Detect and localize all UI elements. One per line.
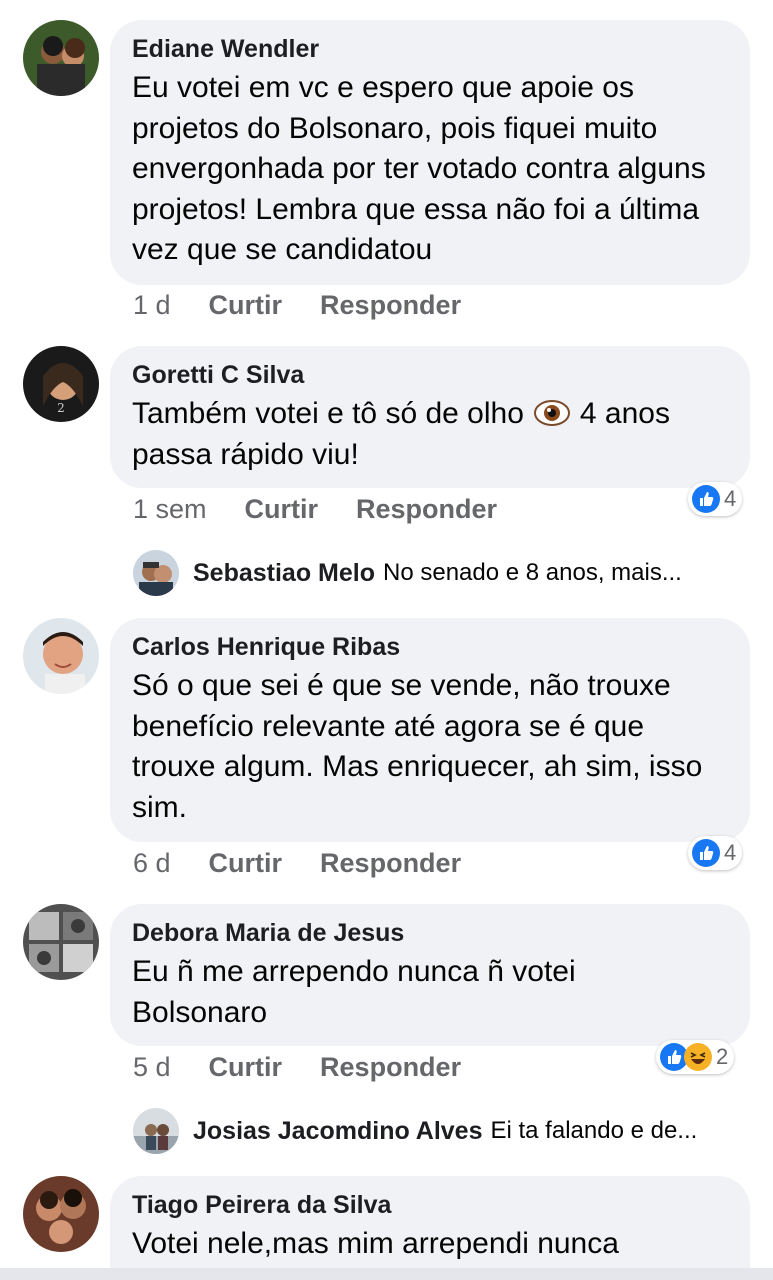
comment-text: Eu votei em vc e espero que apoie os pro… (132, 71, 706, 266)
reaction-count: 4 (724, 840, 737, 865)
avatar[interactable] (23, 618, 99, 694)
commenter-name[interactable]: Carlos Henrique Ribas (132, 632, 728, 662)
commenter-name[interactable]: Goretti C Silva (132, 360, 728, 390)
reply-author[interactable]: Sebastiao Melo (193, 559, 375, 588)
reply-text: Ei ta falando e de... (490, 1117, 698, 1144)
comment-text-part: Também votei e tô só de olho (132, 397, 524, 430)
like-button[interactable]: Curtir (209, 848, 283, 879)
reaction-summary[interactable]: 2 (656, 1040, 735, 1074)
reaction-summary[interactable]: 4 (688, 482, 743, 516)
comment-text: Eu ñ me arrependo nunca ñ votei Bolsonar… (132, 955, 576, 1029)
like-button[interactable]: Curtir (209, 290, 283, 321)
reaction-count: 4 (724, 486, 737, 511)
reply-button[interactable]: Responder (320, 1052, 461, 1083)
comment-actions: 5 d Curtir Responder (133, 1052, 499, 1083)
reaction-summary[interactable]: 4 (688, 836, 743, 870)
comment-actions: 1 d Curtir Responder (133, 290, 499, 321)
avatar[interactable]: 2 (23, 346, 99, 422)
bottom-edge (0, 1268, 773, 1280)
commenter-name[interactable]: Tiago Peirera da Silva (132, 1190, 728, 1220)
reply-button[interactable]: Responder (320, 848, 461, 879)
comment-bubble: Goretti C Silva Também votei e tô só de … (110, 346, 750, 488)
reply-text: No senado e 8 anos, mais... (383, 559, 682, 586)
reply-button[interactable]: Responder (356, 494, 497, 525)
comment-bubble: Tiago Peirera da Silva Votei nele,mas mi… (110, 1176, 750, 1280)
commenter-name[interactable]: Debora Maria de Jesus (132, 918, 728, 948)
comment-text: Votei nele,mas mim arrependi nunca (132, 1227, 619, 1260)
avatar[interactable] (23, 904, 99, 980)
comment-text: Também votei e tô só de olho 4 anos passa… (132, 394, 728, 475)
comment-time[interactable]: 1 d (133, 290, 171, 321)
comment-bubble: Carlos Henrique Ribas Só o que sei é que… (110, 618, 750, 842)
comment-time[interactable]: 6 d (133, 848, 171, 879)
reply-preview[interactable]: Josias Jacomdino Alves Ei ta falando e d… (133, 1108, 697, 1154)
comment-time[interactable]: 1 sem (133, 494, 207, 525)
reply-author[interactable]: Josias Jacomdino Alves (193, 1117, 482, 1146)
comment-time[interactable]: 5 d (133, 1052, 171, 1083)
eye-emoji-icon (533, 400, 570, 426)
like-icon (692, 485, 720, 513)
avatar[interactable] (23, 1176, 99, 1252)
commenter-name[interactable]: Ediane Wendler (132, 34, 728, 64)
svg-text:2: 2 (57, 401, 65, 415)
reaction-count: 2 (716, 1044, 729, 1069)
comment-bubble: Ediane Wendler Eu votei em vc e espero q… (110, 20, 750, 285)
comment-text: Só o que sei é que se vende, não trouxe … (132, 669, 703, 824)
like-button[interactable]: Curtir (209, 1052, 283, 1083)
avatar[interactable] (23, 20, 99, 96)
comment-actions: 6 d Curtir Responder (133, 848, 499, 879)
comment-bubble: Debora Maria de Jesus Eu ñ me arrependo … (110, 904, 750, 1046)
reply-button[interactable]: Responder (320, 290, 461, 321)
reply-preview[interactable]: Sebastiao Melo No senado e 8 anos, mais.… (133, 550, 682, 596)
like-icon (692, 839, 720, 867)
haha-icon (684, 1043, 712, 1071)
avatar[interactable] (133, 550, 179, 596)
comment-actions: 1 sem Curtir Responder (133, 494, 535, 525)
avatar[interactable] (133, 1108, 179, 1154)
like-button[interactable]: Curtir (245, 494, 319, 525)
